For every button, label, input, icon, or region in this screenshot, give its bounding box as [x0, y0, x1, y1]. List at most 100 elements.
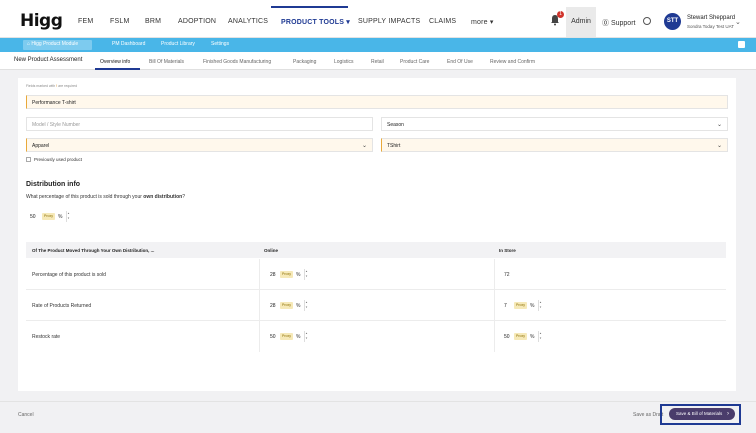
stepper-icon[interactable]: ▴ ▾ [538, 331, 542, 342]
column-divider [259, 259, 260, 290]
save-button-label: Save & Bill of Materials [676, 411, 723, 416]
proxy-badge: Proxy [280, 271, 293, 278]
proxy-badge: Proxy [280, 302, 293, 309]
tab-finished-goods-manufacturing[interactable]: Finished Goods Manufacturing [203, 59, 271, 65]
expand-icon[interactable] [738, 41, 745, 48]
subnav-higg-product-module[interactable]: ⌂ Higg Product Module [27, 41, 78, 47]
subnav-pm-dashboard[interactable]: PM Dashboard [112, 41, 145, 47]
stepper-icon[interactable]: ▴ ▾ [304, 269, 308, 280]
online-value: 28 [270, 303, 276, 309]
percent-sign: % [296, 272, 301, 278]
category-value: Apparel [32, 143, 50, 149]
overview-form-card: Fields marked with ! are required Perfor… [18, 78, 736, 391]
chevron-down-icon[interactable]: ⌄ [735, 18, 741, 26]
nav-fslm[interactable]: FSLM [110, 18, 129, 25]
required-note-text: Fields marked with [26, 84, 56, 88]
season-select[interactable]: Season ⌄ [381, 117, 728, 131]
home-icon: ⌂ [27, 41, 31, 47]
nav-active-indicator [271, 6, 348, 8]
proxy-badge: Proxy [514, 333, 527, 340]
category-select[interactable]: Apparel ⌄ [26, 138, 373, 152]
percent-sign: % [530, 303, 535, 309]
column-header-product: Of The Product Moved Through Your Own Di… [32, 248, 155, 253]
required-star: ! [56, 84, 58, 88]
stepper-icon[interactable]: ▴ ▾ [304, 300, 308, 311]
cancel-button[interactable]: Cancel [18, 412, 34, 418]
proxy-badge: Proxy [280, 333, 293, 340]
online-value: 28 [270, 272, 276, 278]
online-sold-input[interactable]: 28 Proxy % ▴ ▾ [266, 269, 316, 280]
nav-product-tools[interactable]: PRODUCT TOOLS ▾ [281, 18, 350, 26]
tab-review-and-confirm[interactable]: Review and Confirm [490, 59, 535, 65]
nav-claims[interactable]: CLAIMS [429, 18, 456, 25]
stepper-icon[interactable]: ▴ ▾ [304, 331, 308, 342]
stepper-icon[interactable]: ▴ ▾ [538, 300, 542, 311]
tab-product-care[interactable]: Product Care [400, 59, 429, 65]
nav-supply-impacts[interactable]: SUPPLY IMPACTS [358, 18, 420, 25]
product-name-value: Performance T-shirt [32, 100, 76, 106]
admin-link[interactable]: Admin [566, 7, 596, 37]
nav-fem[interactable]: FEM [78, 18, 93, 25]
subnav-product-library[interactable]: Product Library [161, 41, 195, 47]
in-store-restock-input[interactable]: 50 Proxy % ▴ ▾ [500, 331, 550, 342]
tab-end-of-use[interactable]: End Of Use [447, 59, 473, 65]
own-distribution-input[interactable]: 50 Proxy % ▴ ▾ [26, 211, 76, 222]
required-fields-note: Fields marked with ! are required [26, 84, 77, 88]
required-note-text-end: are required [58, 84, 78, 88]
row-label: Rate of Products Returned [32, 303, 92, 309]
product-name-field[interactable]: Performance T-shirt [26, 95, 728, 109]
previously-used-checkbox[interactable] [26, 157, 31, 162]
online-value: 50 [270, 334, 276, 340]
tab-packaging[interactable]: Packaging [293, 59, 316, 65]
tab-overview-info[interactable]: Overview info [100, 59, 130, 65]
nav-brm[interactable]: BRM [145, 18, 161, 25]
in-store-value: 7 [504, 303, 507, 309]
in-store-returned-input[interactable]: 7 Proxy % ▴ ▾ [500, 300, 550, 311]
online-returned-input[interactable]: 28 Proxy % ▴ ▾ [266, 300, 316, 311]
help-icon: ⓪ [602, 20, 609, 27]
top-navigation: Higg FEM FSLM BRM ADOPTION ANALYTICS PRO… [0, 0, 756, 38]
column-divider [494, 290, 495, 321]
assessment-tabs: New Product Assessment Overview info Bil… [0, 52, 756, 70]
save-and-bill-of-materials-button[interactable]: Save & Bill of Materials › [669, 408, 735, 420]
stepper-icon[interactable]: ▴ ▾ [66, 211, 70, 222]
table-row: Percentage of this product is sold 28 Pr… [26, 259, 726, 290]
table-row: Restock rate 50 Proxy % ▴ ▾ 50 Proxy % ▴ ▾ [26, 321, 726, 352]
nav-adoption[interactable]: ADOPTION [178, 18, 216, 25]
tab-bill-of-materials[interactable]: Bill Of Materials [149, 59, 184, 65]
support-link[interactable]: ⓪ Support [602, 18, 635, 28]
model-style-number-input[interactable]: Model / Style Number [26, 117, 373, 131]
row-label: Restock rate [32, 334, 61, 340]
tab-retail[interactable]: Retail [371, 59, 384, 65]
subnav-settings[interactable]: Settings [211, 41, 229, 47]
tab-logistics[interactable]: Logistics [334, 59, 353, 65]
nav-more[interactable]: more ▾ [471, 18, 494, 26]
higg-logo[interactable]: Higg [20, 11, 63, 31]
question-end: ? [182, 194, 185, 200]
chevron-right-icon: › [727, 411, 729, 417]
page-title: New Product Assessment [14, 57, 83, 63]
subcategory-select[interactable]: TShirt ⌄ [381, 138, 728, 152]
percent-sign: % [296, 303, 301, 309]
season-value: Season [387, 122, 404, 128]
chevron-down-icon: ⌄ [361, 143, 367, 149]
subnav-label: Higg Product Module [31, 41, 79, 47]
column-divider [259, 321, 260, 352]
own-distribution-value: 50 [30, 214, 36, 220]
question-bold: own distribution [143, 194, 183, 200]
globe-icon[interactable] [643, 17, 651, 25]
save-as-draft-button[interactable]: Save as Draft [633, 412, 663, 418]
nav-analytics[interactable]: ANALYTICS [228, 18, 268, 25]
proxy-badge: Proxy [514, 302, 527, 309]
user-avatar[interactable]: STT [664, 13, 681, 30]
online-restock-input[interactable]: 50 Proxy % ▴ ▾ [266, 331, 316, 342]
user-name[interactable]: Stewart Sheppard [687, 15, 735, 21]
model-placeholder: Model / Style Number [32, 122, 81, 128]
subcategory-value: TShirt [387, 143, 401, 149]
distribution-table-header: Of The Product Moved Through Your Own Di… [26, 242, 726, 258]
column-divider [494, 259, 495, 290]
notification-badge: 1 [557, 11, 564, 18]
column-divider [494, 321, 495, 352]
column-header-in-store: In Store [499, 248, 516, 253]
support-label: Support [610, 20, 636, 27]
